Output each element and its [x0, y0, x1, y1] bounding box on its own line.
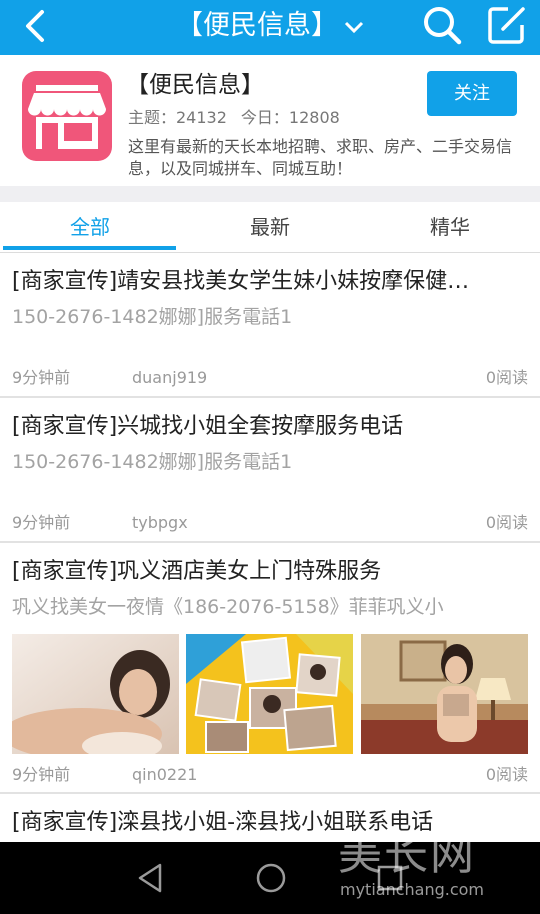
top-app-bar: 【便民信息】: [0, 0, 540, 55]
post-item[interactable]: [商家宣传]巩义酒店美女上门特殊服务 巩义找美女一夜情《186-2076-515…: [0, 543, 540, 792]
active-tab-indicator: [3, 246, 176, 250]
chevron-down-icon: [344, 21, 364, 33]
post-time: 9分钟前: [12, 765, 71, 784]
forum-stats: 主题：24132 今日：12808: [128, 107, 354, 129]
post-read-count: 0阅读: [485, 765, 528, 784]
post-author[interactable]: tybpgx: [132, 512, 188, 534]
post-meta: 9分钟前 qin0221 0阅读: [12, 764, 528, 786]
post-excerpt: 150-2676-1482娜娜]服务電話1: [12, 306, 293, 328]
photo-collage-thumbnail[interactable]: [186, 634, 353, 754]
post-item[interactable]: [商家宣传]靖安县找美女学生妹小妹按摩保健… 150-2676-1482娜娜]服…: [0, 254, 540, 396]
tab-latest[interactable]: 最新: [180, 202, 360, 252]
post-author[interactable]: qin0221: [132, 764, 197, 786]
post-read-count: 0阅读: [485, 368, 528, 387]
post-title: [商家宣传]兴城找小姐全套按摩服务电话: [12, 414, 404, 439]
nav-back-icon[interactable]: [136, 862, 164, 894]
post-author[interactable]: duanj919: [132, 367, 207, 389]
post-excerpt: 150-2676-1482娜娜]服务電話1: [12, 451, 293, 473]
forum-description: 这里有最新的天长本地招聘、求职、房产、二手交易信息，以及同城拼车、同城互助！: [128, 137, 513, 178]
search-icon[interactable]: [422, 5, 462, 45]
storefront-icon: [28, 85, 106, 149]
forum-logo: [22, 71, 112, 161]
follow-button[interactable]: 关注: [427, 71, 517, 116]
site-watermark: 美长网 mytianchang.com: [330, 818, 540, 914]
section-gap: [0, 186, 540, 202]
post-time: 9分钟前: [12, 368, 71, 387]
post-excerpt: 巩义找美女一夜情《186-2076-5158》菲菲巩义小: [12, 596, 444, 618]
nav-home-icon[interactable]: [255, 862, 287, 894]
photo-thumbnail-3[interactable]: [361, 634, 528, 754]
post-read-count: 0阅读: [485, 513, 528, 532]
topic-count: 主题：24132: [128, 108, 227, 127]
watermark-logo: 美长网: [338, 829, 476, 880]
forum-name: 【便民信息】: [126, 72, 264, 98]
compose-icon[interactable]: [488, 5, 526, 45]
watermark-url: mytianchang.com: [340, 880, 485, 899]
post-item[interactable]: [商家宣传]兴城找小姐全套按摩服务电话 150-2676-1482娜娜]服务電話…: [0, 398, 540, 541]
post-time: 9分钟前: [12, 513, 71, 532]
post-meta: 9分钟前 duanj919 0阅读: [12, 367, 528, 389]
forum-header: 【便民信息】 主题：24132 今日：12808 这里有最新的天长本地招聘、求职、…: [0, 55, 540, 186]
post-image-row: [12, 634, 528, 754]
post-meta: 9分钟前 tybpgx 0阅读: [12, 512, 528, 534]
tab-featured[interactable]: 精华: [360, 202, 540, 252]
post-title: [商家宣传]巩义酒店美女上门特殊服务: [12, 559, 382, 584]
page-title: 【便民信息】: [176, 10, 338, 41]
tab-all[interactable]: 全部: [0, 202, 180, 252]
photo-thumbnail-1[interactable]: [12, 634, 179, 754]
post-title: [商家宣传]靖安县找美女学生妹小妹按摩保健…: [12, 269, 470, 294]
today-count: 今日：12808: [240, 108, 340, 127]
